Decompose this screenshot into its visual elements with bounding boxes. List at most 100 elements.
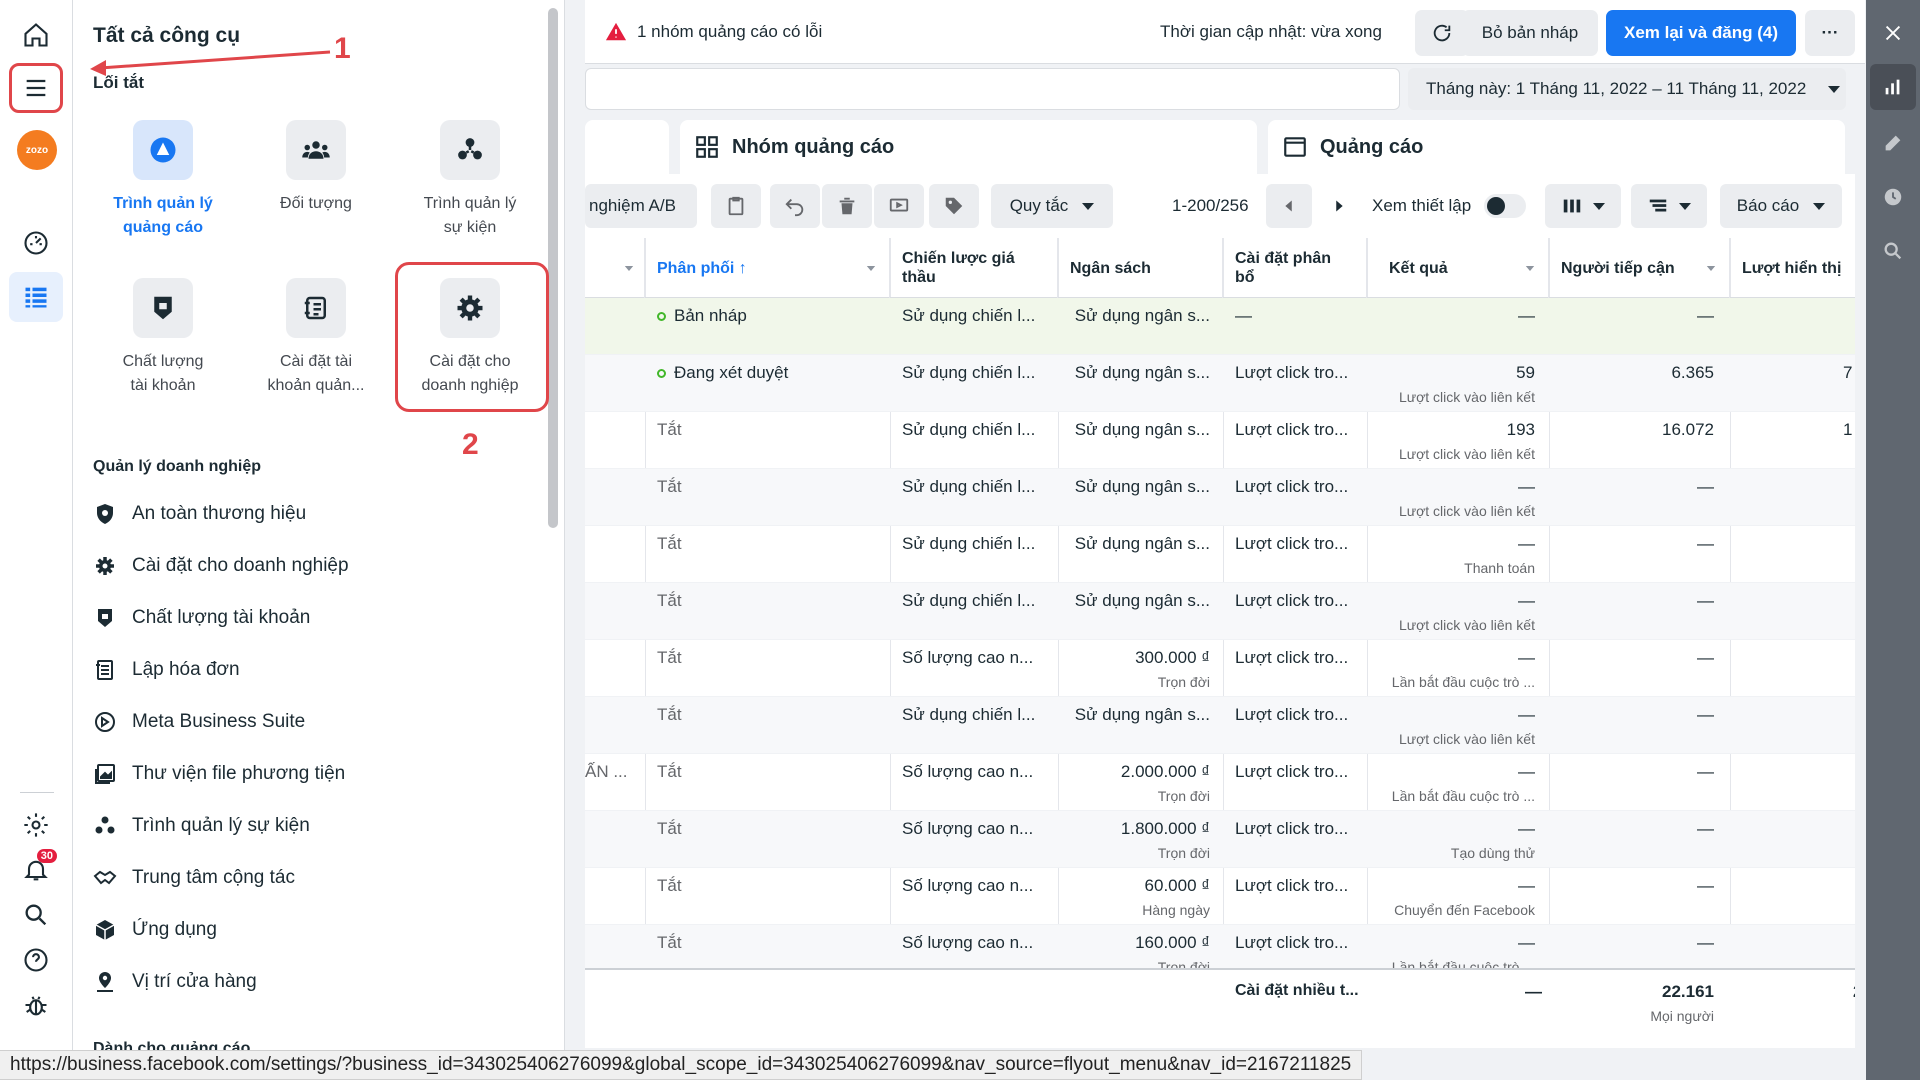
tile-ads-manager[interactable]: Trình quản lý quảng cáo xyxy=(88,120,238,240)
undo-button[interactable] xyxy=(770,184,820,228)
column-header-impressions[interactable]: Lượt hiển thị xyxy=(1730,238,1855,298)
cell-bid-strategy: Sử dụng chiến l... xyxy=(902,705,1052,725)
column-header-attribution[interactable]: Cài đặt phân bổ xyxy=(1223,238,1367,298)
rules-dropdown[interactable]: Quy tắc xyxy=(991,184,1113,228)
bar-chart-icon[interactable] xyxy=(1870,64,1916,110)
cell-budget-value: Sử dụng ngân s... xyxy=(1074,420,1210,439)
handshake-icon xyxy=(93,870,117,885)
tab-campaigns-partial[interactable] xyxy=(585,120,669,174)
previous-page-button[interactable] xyxy=(1266,184,1312,228)
tag-button[interactable] xyxy=(929,184,979,228)
cell-results: — Chuyển đến Facebook xyxy=(1367,876,1535,918)
home-icon[interactable] xyxy=(9,10,63,60)
list-item-business-settings[interactable]: Cài đặt cho doanh nghiệp xyxy=(93,540,523,592)
table-footer-totals: Cài đặt nhiều t... — 22.161 Mọi người 2 xyxy=(585,968,1855,1048)
list-item-media-library[interactable]: Thư viện file phương tiện xyxy=(93,748,523,800)
column-header-delivery[interactable]: Phân phối ↑ xyxy=(645,238,890,298)
list-item-account-quality[interactable]: Chất lượng tài khoản xyxy=(93,592,523,644)
table-row[interactable]: Tắt Sử dụng chiến l... Sử dụng ngân s... Lư… xyxy=(585,583,1855,640)
billing-icon xyxy=(96,660,113,680)
next-page-button[interactable] xyxy=(1316,184,1362,228)
column-header-budget[interactable]: Ngân sách xyxy=(1058,238,1223,298)
error-warning[interactable]: 1 nhóm quảng cáo có lỗi xyxy=(605,21,822,43)
table-row[interactable]: Bản nháp Sử dụng chiến l... Sử dụng ngân s… xyxy=(585,298,1855,355)
column-header-bid-strategy[interactable]: Chiến lược giá thầu xyxy=(890,238,1058,298)
column-header-results[interactable]: Kết quả xyxy=(1367,238,1549,298)
table-row[interactable]: Tắt Số lượng cao n... 60.000 ₫ Hàng ngày Lượ… xyxy=(585,868,1855,925)
ab-test-button[interactable]: nghiệm A/B xyxy=(585,184,697,228)
discard-drafts-button[interactable]: Bỏ bản nháp xyxy=(1462,10,1598,56)
dashboard-gauge-icon[interactable] xyxy=(9,218,63,268)
warning-triangle-icon xyxy=(605,22,627,40)
avatar[interactable]: zozo xyxy=(17,130,57,170)
more-options-button[interactable]: ··· xyxy=(1805,10,1855,56)
list-item-collaboration-center[interactable]: Trung tâm cộng tác xyxy=(93,852,523,904)
chevron-down-icon xyxy=(624,265,634,271)
settings-gear-icon[interactable] xyxy=(9,800,63,850)
cell-bid-strategy: Số lượng cao n... xyxy=(902,762,1052,782)
preview-button[interactable] xyxy=(874,184,924,228)
table-row[interactable]: Tắt Sử dụng chiến l... Sử dụng ngân s... Lư… xyxy=(585,697,1855,754)
review-publish-button[interactable]: Xem lại và đăng (4) xyxy=(1606,10,1796,56)
right-tool-rail xyxy=(1866,0,1920,1080)
tile-ad-account-settings[interactable]: Cài đặt tài khoản quản... xyxy=(241,278,391,398)
location-pin-icon xyxy=(97,972,113,992)
table-row[interactable]: Tắt Sử dụng chiến l... Sử dụng ngân s... Lư… xyxy=(585,469,1855,526)
tab-ads[interactable]: Quảng cáo xyxy=(1268,120,1845,174)
cell-bid-strategy: Số lượng cao n... xyxy=(902,933,1052,953)
cell-attribution-value: Lượt click tro... xyxy=(1235,420,1349,439)
cell-bid-strategy: Sử dụng chiến l... xyxy=(902,534,1052,554)
cell-name: ẤN ... xyxy=(585,762,641,782)
bug-report-icon[interactable] xyxy=(9,980,63,1030)
list-item-events-manager[interactable]: Trình quản lý sự kiện xyxy=(93,800,523,852)
tile-events-manager[interactable]: Trình quản lý sự kiện xyxy=(395,120,545,240)
inspect-search-icon[interactable] xyxy=(1870,228,1916,274)
cell-attribution: — xyxy=(1235,306,1365,326)
ad-account-settings-icon xyxy=(286,278,346,338)
tile-label: quảng cáo xyxy=(122,219,203,236)
list-item-meta-business-suite[interactable]: Meta Business Suite xyxy=(93,696,523,748)
help-icon[interactable] xyxy=(9,935,63,985)
list-item-label: Trung tâm cộng tác xyxy=(132,867,295,888)
table-row[interactable]: Tắt Sử dụng chiến l... Sử dụng ngân s... Lư… xyxy=(585,412,1855,469)
notifications-bell-icon[interactable]: 30 xyxy=(9,845,63,895)
tile-account-quality[interactable]: Chất lượng tài khoản xyxy=(88,278,238,398)
ads-manager-table-icon[interactable] xyxy=(9,272,63,322)
delete-button[interactable] xyxy=(822,184,872,228)
table-row[interactable]: ẤN ... Tắt Số lượng cao n... 2.000.000 ₫ Trọ… xyxy=(585,754,1855,811)
table-row[interactable]: Tắt Số lượng cao n... 300.000 ₫ Trọn đời Lượ… xyxy=(585,640,1855,697)
table-row[interactable]: Đang xét duyệt Sử dụng chiến l... Sử dụng … xyxy=(585,355,1855,412)
columns-button[interactable] xyxy=(1545,184,1621,228)
tile-audiences[interactable]: Đối tượng xyxy=(241,120,391,216)
date-range-picker[interactable]: Tháng này: 1 Tháng 11, 2022 – 11 Tháng 1… xyxy=(1408,68,1846,110)
flyout-scrollbar[interactable] xyxy=(548,8,558,528)
column-header-name-partial[interactable] xyxy=(585,238,645,298)
cell-results-value: — xyxy=(1518,306,1535,325)
cell-budget-sub: Trọn đời xyxy=(1157,845,1210,861)
table-row[interactable]: Tắt Số lượng cao n... 1.800.000 ₫ Trọn đời L… xyxy=(585,811,1855,868)
table-row[interactable]: Tắt Sử dụng chiến l... Sử dụng ngân s... Lư… xyxy=(585,526,1855,583)
breakdown-button[interactable] xyxy=(1631,184,1707,228)
close-icon[interactable] xyxy=(1870,10,1916,56)
reports-dropdown[interactable]: Báo cáo xyxy=(1720,184,1842,228)
list-item-apps[interactable]: Ứng dụng xyxy=(93,904,523,956)
cell-attribution-value: Lượt click tro... xyxy=(1235,876,1349,895)
cell-delivery-value: Tắt xyxy=(657,591,682,610)
tab-ad-sets[interactable]: Nhóm quảng cáo xyxy=(680,120,1257,174)
list-item-store-locations[interactable]: Vị trí cửa hàng xyxy=(93,956,523,1008)
chevron-down-icon xyxy=(1828,85,1841,93)
view-setup-toggle[interactable] xyxy=(1484,194,1526,218)
cell-bid-strategy-value: Số lượng cao n... xyxy=(902,933,1034,952)
all-tools-menu-button[interactable] xyxy=(9,63,63,113)
pencil-icon[interactable] xyxy=(1870,120,1916,166)
cell-results-sub: Chuyển đến Facebook xyxy=(1394,902,1535,918)
list-item-brand-safety[interactable]: An toàn thương hiệu xyxy=(93,488,523,540)
refresh-button[interactable] xyxy=(1415,10,1469,56)
search-icon[interactable] xyxy=(9,890,63,940)
list-item-billing[interactable]: Lập hóa đơn xyxy=(93,644,523,696)
column-header-reach[interactable]: Người tiếp cận xyxy=(1549,238,1730,298)
history-clock-icon[interactable] xyxy=(1870,174,1916,220)
duplicate-button[interactable] xyxy=(711,184,761,228)
cell-budget-value: Sử dụng ngân s... xyxy=(1074,534,1210,553)
search-bar[interactable] xyxy=(585,68,1400,110)
